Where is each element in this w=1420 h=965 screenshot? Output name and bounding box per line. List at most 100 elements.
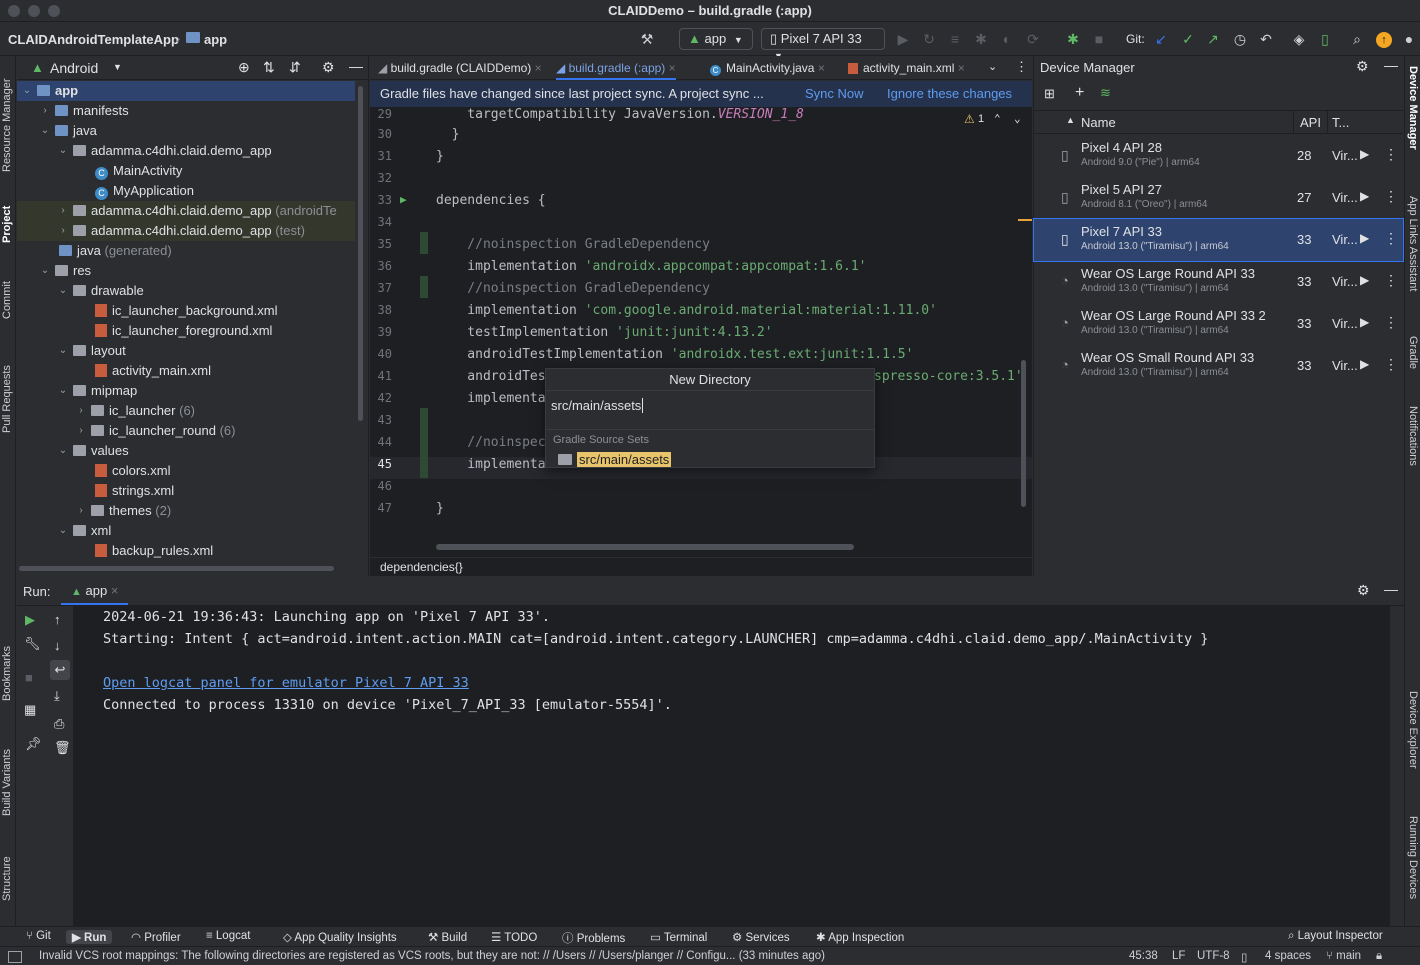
tree-item[interactable]: ⌄ adamma.c4dhi.claid.demo_app <box>57 141 272 161</box>
trash-icon[interactable]: 🗑︎ <box>54 740 71 756</box>
build-tool-button[interactable]: ⚒ Build <box>428 930 467 944</box>
profiler-tool-button[interactable]: ◠ Profiler <box>131 930 181 944</box>
horizontal-scrollbar[interactable] <box>436 544 854 550</box>
run-gutter-icon[interactable]: ▶ <box>400 193 407 206</box>
chevron-up-icon[interactable]: ⌃ <box>994 112 1001 125</box>
todo-tool-button[interactable]: ☰ TODO <box>491 930 537 944</box>
chevron-down-icon[interactable]: ⌄ <box>988 60 997 73</box>
app-quality-insights-button[interactable]: ◇ App Quality Insights <box>283 930 397 944</box>
tree-item[interactable]: C MyApplication <box>95 181 194 201</box>
logcat-tool-button[interactable]: ≡ Logcat <box>206 930 250 942</box>
git-rollback-icon[interactable]: ↶ <box>1257 30 1275 48</box>
tree-item[interactable]: ⌄ xml <box>57 521 111 541</box>
services-tool-button[interactable]: ⚙ Services <box>732 930 790 944</box>
more-options-icon[interactable]: ⋮ <box>1384 314 1398 331</box>
column-name[interactable]: Name <box>1081 115 1116 130</box>
hide-panel-icon[interactable]: — <box>349 58 363 74</box>
search-icon[interactable]: ⌕ <box>1348 30 1366 48</box>
apply-changes-icon[interactable]: ↻ <box>920 30 938 48</box>
git-history-icon[interactable]: ◷ <box>1231 30 1249 48</box>
gear-icon[interactable]: ⚙ <box>322 59 335 76</box>
git-update-icon[interactable]: ↙ <box>1152 30 1170 48</box>
sort-ascending-icon[interactable]: ▲ <box>1066 115 1075 125</box>
close-icon[interactable]: × <box>818 61 825 75</box>
project-tab[interactable]: Project <box>1 198 13 243</box>
hide-panel-icon[interactable]: — <box>1384 581 1398 597</box>
tree-item[interactable]: ⌄ res <box>39 261 91 281</box>
notifications-tab[interactable]: Notifications <box>1407 406 1419 491</box>
run-tab-app[interactable]: ▲ app × <box>61 577 129 605</box>
tree-item[interactable]: strings.xml <box>95 481 174 501</box>
tab-main-activity[interactable]: C MainActivity.java × <box>710 56 825 80</box>
ignore-changes-link[interactable]: Ignore these changes <box>887 81 1012 107</box>
debug-icon[interactable]: ✱ <box>972 30 990 48</box>
git-tool-button[interactable]: ⑂ Git <box>26 930 51 942</box>
layout-icon[interactable]: ▦ <box>24 702 36 718</box>
suggestion-item[interactable]: src/main/assets <box>558 452 672 468</box>
account-icon[interactable]: ● <box>1400 30 1418 48</box>
scroll-to-end-icon[interactable]: ⤓ <box>54 688 60 704</box>
tree-item[interactable]: activity_main.xml <box>95 361 211 381</box>
more-options-icon[interactable]: ⋮ <box>1384 146 1398 163</box>
device-row[interactable]: ◔ Wear OS Small Round API 33 Android 13.… <box>1034 345 1403 387</box>
tree-item[interactable]: C MainActivity <box>95 161 182 181</box>
apply-code-changes-icon[interactable]: ≡ <box>946 30 964 48</box>
rerun-icon[interactable]: ▶ <box>25 612 35 628</box>
tab-activity-main-xml[interactable]: activity_main.xml × <box>848 56 965 80</box>
tab-build-gradle-app[interactable]: ◢ build.gradle (:app) × <box>556 56 676 80</box>
tree-item[interactable]: ⌄ values <box>57 441 129 461</box>
vertical-scrollbar[interactable] <box>358 86 363 421</box>
close-icon[interactable]: × <box>535 61 542 75</box>
pull-requests-tab[interactable]: Pull Requests <box>1 353 13 433</box>
run-tool-button[interactable]: ▶ Run <box>66 930 113 944</box>
tab-build-gradle-project[interactable]: ◢ build.gradle (CLAIDDemo) × <box>378 56 542 80</box>
more-options-icon[interactable]: ⋮ <box>1384 272 1398 289</box>
device-pairing-icon[interactable]: ⊞ <box>1044 86 1055 102</box>
tree-item[interactable]: › manifests <box>39 101 128 121</box>
attach-debugger-icon[interactable]: ✱ <box>1064 30 1082 48</box>
terminal-tool-button[interactable]: ▭ Terminal <box>650 930 707 944</box>
app-links-assistant-tab[interactable]: App Links Assistant <box>1407 196 1419 316</box>
running-devices-tab[interactable]: Running Devices <box>1407 816 1419 916</box>
layout-inspector-button[interactable]: ⌕ Layout Inspector <box>1288 930 1383 943</box>
tree-item[interactable]: java (generated) <box>59 241 172 261</box>
line-separator[interactable]: LF <box>1172 950 1185 962</box>
launch-icon[interactable]: ▶ <box>1360 231 1369 245</box>
commit-tab[interactable]: Commit <box>1 274 13 319</box>
indent-setting[interactable]: 4 spaces <box>1265 950 1311 962</box>
git-commit-icon[interactable]: ✓ <box>1179 30 1197 48</box>
add-device-icon[interactable]: + <box>1075 84 1084 102</box>
tree-item[interactable]: colors.xml <box>95 461 171 481</box>
soft-wrap-icon[interactable]: ↩ <box>50 660 70 680</box>
wrench-icon[interactable]: 🔧︎ <box>24 636 41 652</box>
gear-icon[interactable]: ⚙ <box>1356 58 1369 75</box>
tree-item[interactable]: ⌄ app <box>21 81 78 101</box>
chevron-down-icon[interactable]: ▼ <box>113 62 122 72</box>
device-explorer-tab[interactable]: Device Explorer <box>1407 691 1419 791</box>
tree-item[interactable]: backup_rules.xml <box>95 541 213 561</box>
stop-icon[interactable]: ■ <box>25 670 33 685</box>
device-select[interactable]: ▯ Pixel 7 API 33 ▼ <box>761 28 885 61</box>
more-run-icon[interactable]: ⟳ <box>1024 30 1042 48</box>
device-row[interactable]: ▯ Pixel 5 API 27 Android 8.1 ("Oreo") | … <box>1034 177 1403 219</box>
launch-icon[interactable]: ▶ <box>1360 357 1369 371</box>
bookmarks-tab[interactable]: Bookmarks <box>1 641 13 701</box>
project-name[interactable]: CLAIDAndroidTemplateApp <box>8 32 179 47</box>
profile-icon[interactable]: ◐ <box>998 30 1016 48</box>
structure-tab[interactable]: Structure <box>1 846 13 901</box>
tree-item[interactable]: ⌄ mipmap <box>57 381 137 401</box>
run-icon[interactable]: ▶ <box>894 30 912 48</box>
lock-icon[interactable]: 🔒︎ <box>1376 950 1382 963</box>
build-variants-tab[interactable]: Build Variants <box>1 736 13 816</box>
device-row[interactable]: ▯ Pixel 4 API 28 Android 9.0 ("Pie") | a… <box>1034 135 1403 177</box>
launch-icon[interactable]: ▶ <box>1360 147 1369 161</box>
arrow-up-icon[interactable]: ↑ <box>54 612 61 627</box>
wifi-pairing-icon[interactable]: ≋ <box>1100 85 1111 101</box>
code-editor[interactable]: 29 30 31 32 33 34 35 36 37 38 39 40 41 4… <box>370 107 1032 557</box>
directory-name-input[interactable]: src/main/assets <box>551 398 641 413</box>
code-breadcrumb[interactable]: dependencies{} <box>370 557 1032 576</box>
app-inspection-button[interactable]: ✱ App Inspection <box>816 930 904 944</box>
open-logcat-link[interactable]: Open logcat panel for emulator Pixel 7 A… <box>103 675 469 691</box>
collapse-all-icon[interactable]: ⇵ <box>289 59 301 76</box>
run-config-select[interactable]: ▲ app ▼ <box>679 28 753 50</box>
